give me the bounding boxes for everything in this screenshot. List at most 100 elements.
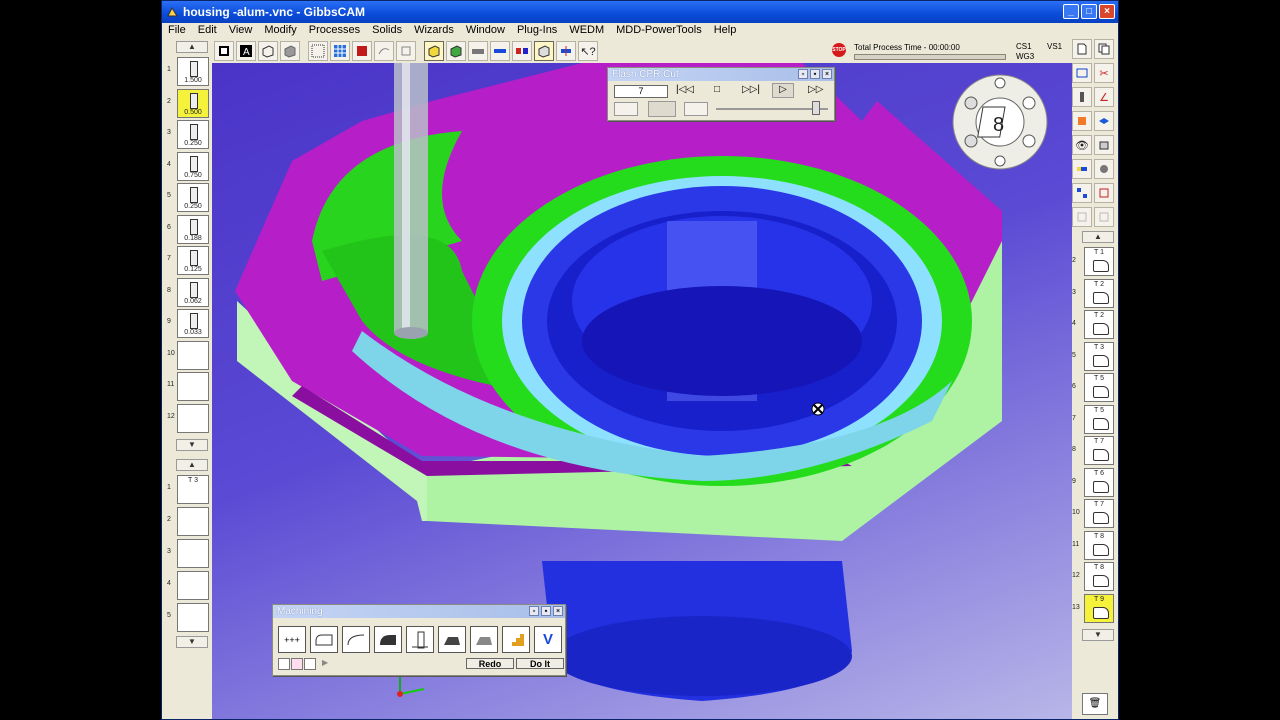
tool-tile[interactable]: 0.750 bbox=[177, 151, 209, 181]
tool-slot[interactable]: 6 0.188 bbox=[167, 214, 209, 246]
verify-button[interactable]: V bbox=[534, 626, 562, 653]
tool-slot[interactable]: 8 0.062 bbox=[167, 277, 209, 309]
stop-icon[interactable]: STOP bbox=[832, 43, 846, 57]
disabled-1-button[interactable] bbox=[1072, 207, 1092, 227]
solid-render-button[interactable] bbox=[534, 41, 554, 61]
operation-tile[interactable]: T 7 bbox=[1084, 499, 1114, 528]
operation-tile[interactable]: T 8 bbox=[1084, 562, 1114, 591]
operation-tile[interactable]: T 2 bbox=[1084, 310, 1114, 339]
tool-tile[interactable]: 0.188 bbox=[177, 214, 209, 244]
process-slot[interactable]: 3 bbox=[167, 539, 209, 570]
tool-slot[interactable]: 11 bbox=[167, 372, 209, 403]
surface-1-button[interactable] bbox=[438, 626, 466, 653]
text-button[interactable]: A bbox=[236, 41, 256, 61]
wireframe-cube-button[interactable] bbox=[258, 41, 278, 61]
fast-forward-button[interactable]: ▷▷ bbox=[808, 84, 823, 95]
tool-slot[interactable]: 10 bbox=[167, 340, 209, 372]
vs-indicator[interactable]: VS1 bbox=[1047, 42, 1062, 51]
view-compass[interactable]: 8 bbox=[951, 73, 1049, 171]
box-view-button[interactable] bbox=[446, 41, 466, 61]
paint-button[interactable] bbox=[1072, 159, 1092, 179]
operation-slot[interactable]: 7 T 5 bbox=[1072, 404, 1114, 435]
ops-scroll-up[interactable]: ▲ bbox=[1082, 231, 1114, 243]
drill-process-button[interactable]: +++ bbox=[278, 626, 306, 653]
tool-tile[interactable] bbox=[177, 340, 209, 370]
color-button[interactable] bbox=[352, 41, 372, 61]
palette-restore-button[interactable]: ▫ bbox=[798, 69, 808, 79]
process-scroll-down[interactable]: ▼ bbox=[176, 636, 208, 648]
menu-mdd-powertools[interactable]: MDD-PowerTools bbox=[616, 24, 702, 36]
operation-tile[interactable]: T 9 bbox=[1084, 593, 1114, 623]
cut-mode-2-button[interactable] bbox=[648, 101, 676, 117]
operation-slot[interactable]: 3 T 2 bbox=[1072, 278, 1114, 309]
palette-min-button[interactable]: ▪ bbox=[810, 69, 820, 79]
points-button[interactable] bbox=[308, 41, 328, 61]
tool-tile[interactable] bbox=[177, 403, 209, 433]
option-1-button[interactable] bbox=[278, 658, 290, 670]
geometry-button[interactable] bbox=[396, 41, 416, 61]
thread-mill-button[interactable] bbox=[406, 626, 434, 653]
tool-tile[interactable]: 0.250 bbox=[177, 183, 209, 212]
process-slot[interactable]: 2 bbox=[167, 507, 209, 538]
operation-tile[interactable]: T 1 bbox=[1084, 247, 1114, 276]
process-tile[interactable] bbox=[177, 539, 209, 568]
shaded-view-button[interactable] bbox=[424, 41, 444, 61]
tool-tile[interactable]: 0.500 bbox=[177, 88, 209, 118]
operation-tile[interactable]: T 5 bbox=[1084, 404, 1114, 434]
help-pointer-button[interactable]: ↖? bbox=[578, 41, 598, 61]
stock-view-button[interactable] bbox=[214, 41, 234, 61]
machining-min-button[interactable]: ▪ bbox=[541, 606, 551, 616]
palette-button[interactable] bbox=[512, 41, 532, 61]
tool-tile[interactable]: 0.125 bbox=[177, 246, 209, 275]
maximize-button[interactable]: □ bbox=[1081, 4, 1097, 19]
tool-slot[interactable]: 4 0.750 bbox=[167, 151, 209, 183]
menu-wedm[interactable]: WEDM bbox=[569, 24, 604, 36]
pocket-button[interactable] bbox=[374, 626, 402, 653]
tool-slot[interactable]: 12 bbox=[167, 403, 209, 435]
tool-slot[interactable]: 2 0.500 bbox=[167, 88, 209, 120]
operation-tile[interactable]: T 8 bbox=[1084, 530, 1114, 560]
arc-button[interactable]: ∠ bbox=[1094, 87, 1114, 107]
tool-tile[interactable] bbox=[177, 372, 209, 401]
cut-mode-3-button[interactable] bbox=[684, 102, 708, 116]
operation-slot[interactable]: 11 T 8 bbox=[1072, 530, 1114, 561]
menu-plugins[interactable]: Plug-Ins bbox=[517, 24, 557, 36]
process-tile[interactable]: T 3 bbox=[177, 475, 209, 504]
tool-slot[interactable]: 1 1.500 bbox=[167, 57, 209, 88]
operation-tile[interactable]: T 5 bbox=[1084, 373, 1114, 402]
draw-button[interactable] bbox=[374, 41, 394, 61]
menu-solids[interactable]: Solids bbox=[372, 24, 402, 36]
operation-slot[interactable]: 2 T 1 bbox=[1072, 247, 1114, 277]
operation-tile[interactable]: T 3 bbox=[1084, 341, 1114, 371]
option-3-button[interactable] bbox=[304, 658, 316, 670]
speed-slider-thumb[interactable] bbox=[812, 101, 820, 115]
trash-button[interactable]: 🗑 bbox=[1082, 693, 1108, 715]
cs-indicator[interactable]: CS1 bbox=[1016, 42, 1032, 51]
solid-cube-button[interactable] bbox=[280, 41, 300, 61]
disabled-2-button[interactable] bbox=[1094, 207, 1114, 227]
tool-button[interactable] bbox=[1072, 87, 1092, 107]
option-2-button[interactable] bbox=[291, 658, 303, 670]
operation-slot[interactable]: 9 T 6 bbox=[1072, 467, 1114, 498]
process-slot[interactable]: 5 bbox=[167, 603, 209, 634]
ops-scroll-down[interactable]: ▼ bbox=[1082, 629, 1114, 641]
tool-slot[interactable]: 9 0.033 bbox=[167, 309, 209, 340]
menu-file[interactable]: File bbox=[168, 24, 186, 36]
layer-button[interactable] bbox=[1094, 111, 1114, 131]
tool-tile[interactable]: 1.500 bbox=[177, 57, 209, 86]
minimize-button[interactable]: _ bbox=[1063, 4, 1079, 19]
machining-close-button[interactable]: × bbox=[553, 606, 563, 616]
step-button[interactable]: ▷▷| bbox=[742, 84, 760, 95]
rect-button[interactable] bbox=[1072, 63, 1092, 83]
tool-tile[interactable]: 0.033 bbox=[177, 309, 209, 338]
arc-contour-button[interactable] bbox=[342, 626, 370, 653]
mill-button[interactable] bbox=[1072, 111, 1092, 131]
process-tile[interactable] bbox=[177, 603, 209, 632]
menu-edit[interactable]: Edit bbox=[198, 24, 217, 36]
tool-view-button[interactable] bbox=[490, 41, 510, 61]
process-tile[interactable] bbox=[177, 571, 209, 600]
operation-slot[interactable]: 4 T 2 bbox=[1072, 310, 1114, 340]
process-tile[interactable] bbox=[177, 507, 209, 536]
menu-help[interactable]: Help bbox=[714, 24, 737, 36]
tool-slot[interactable]: 3 0.250 bbox=[167, 120, 209, 151]
